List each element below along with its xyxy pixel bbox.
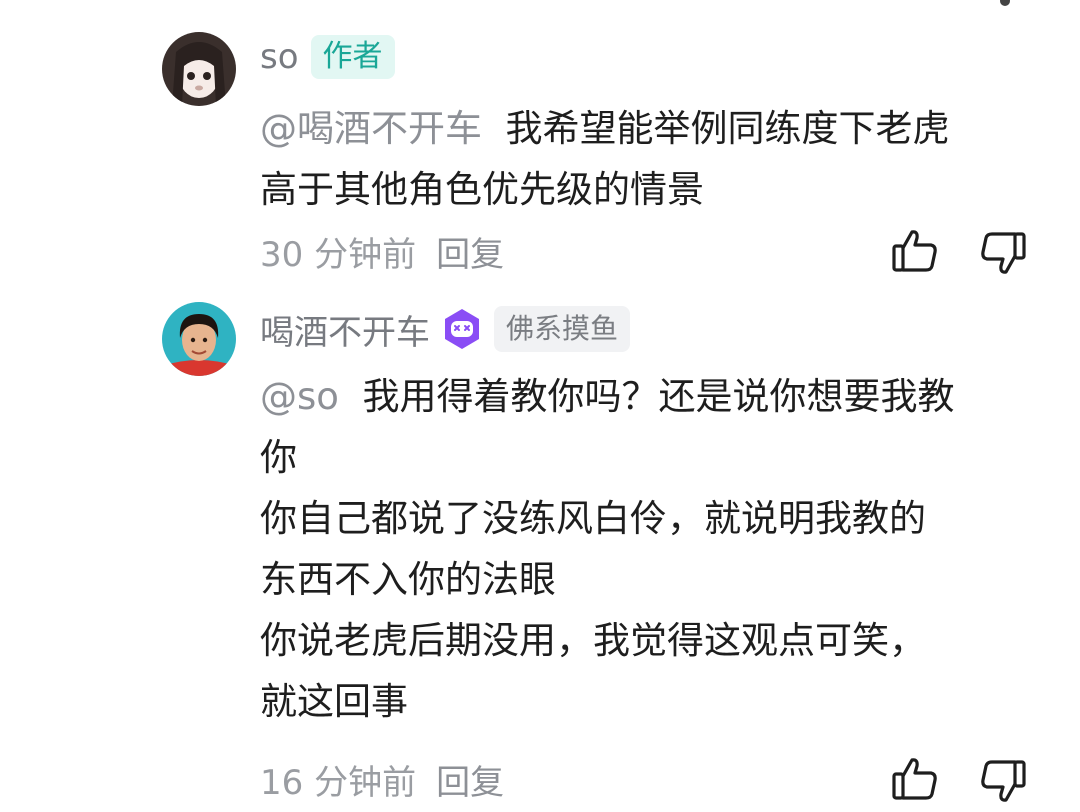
avatar[interactable] xyxy=(162,32,236,106)
comment-line-text: 我希望能举例同练度下老虎 xyxy=(505,107,950,150)
comment-header: so 作者 xyxy=(260,32,395,82)
mention-link[interactable]: @so xyxy=(260,375,339,418)
comment-line: 东西不入你的法眼 xyxy=(260,558,556,601)
thumbs-down-icon[interactable] xyxy=(978,756,1028,806)
reply-button[interactable]: 回复 xyxy=(436,755,504,804)
comment-meta: 16 分钟前 回复 xyxy=(260,754,504,804)
comment-meta: 30 分钟前 回复 xyxy=(260,226,504,276)
game-face-icon xyxy=(440,307,484,351)
thumbs-up-icon[interactable] xyxy=(890,754,940,804)
avatar[interactable] xyxy=(162,302,236,376)
tag-badge: 佛系摸鱼 xyxy=(494,306,631,352)
thumbs-up-icon[interactable] xyxy=(890,226,940,276)
reply-button[interactable]: 回复 xyxy=(436,227,504,276)
timestamp: 16 分钟前 xyxy=(260,762,417,803)
comment-header: 喝酒不开车 佛系摸鱼 xyxy=(260,304,631,354)
comment-text: @喝酒不开车 我希望能举例同练度下老虎 高于其他角色优先级的情景 xyxy=(260,98,1050,220)
comment-line: 你 xyxy=(260,436,297,479)
comment-line: @喝酒不开车 我希望能举例同练度下老虎 xyxy=(260,98,1050,159)
username[interactable]: 喝酒不开车 xyxy=(260,305,430,354)
comment-line: 你说老虎后期没用，我觉得这观点可笑， xyxy=(260,619,926,662)
comment-line: 高于其他角色优先级的情景 xyxy=(260,168,704,211)
thumbs-down-icon[interactable] xyxy=(978,228,1028,278)
comment-line-text: 我用得着教你吗？还是说你想要我教 xyxy=(362,375,955,418)
username[interactable]: so xyxy=(260,37,299,77)
comment-line: 就这回事 xyxy=(260,680,408,723)
comment-line: @so 我用得着教你吗？还是说你想要我教 xyxy=(260,366,1050,427)
comment-text: @so 我用得着教你吗？还是说你想要我教 你 你自己都说了没练风白伶，就说明我教… xyxy=(260,366,1050,732)
overflow-dot xyxy=(1000,0,1010,6)
comment-line: 你自己都说了没练风白伶，就说明我教的 xyxy=(260,497,926,540)
mention-link[interactable]: @喝酒不开车 xyxy=(260,107,482,150)
author-badge: 作者 xyxy=(310,35,395,79)
timestamp: 30 分钟前 xyxy=(260,234,417,275)
